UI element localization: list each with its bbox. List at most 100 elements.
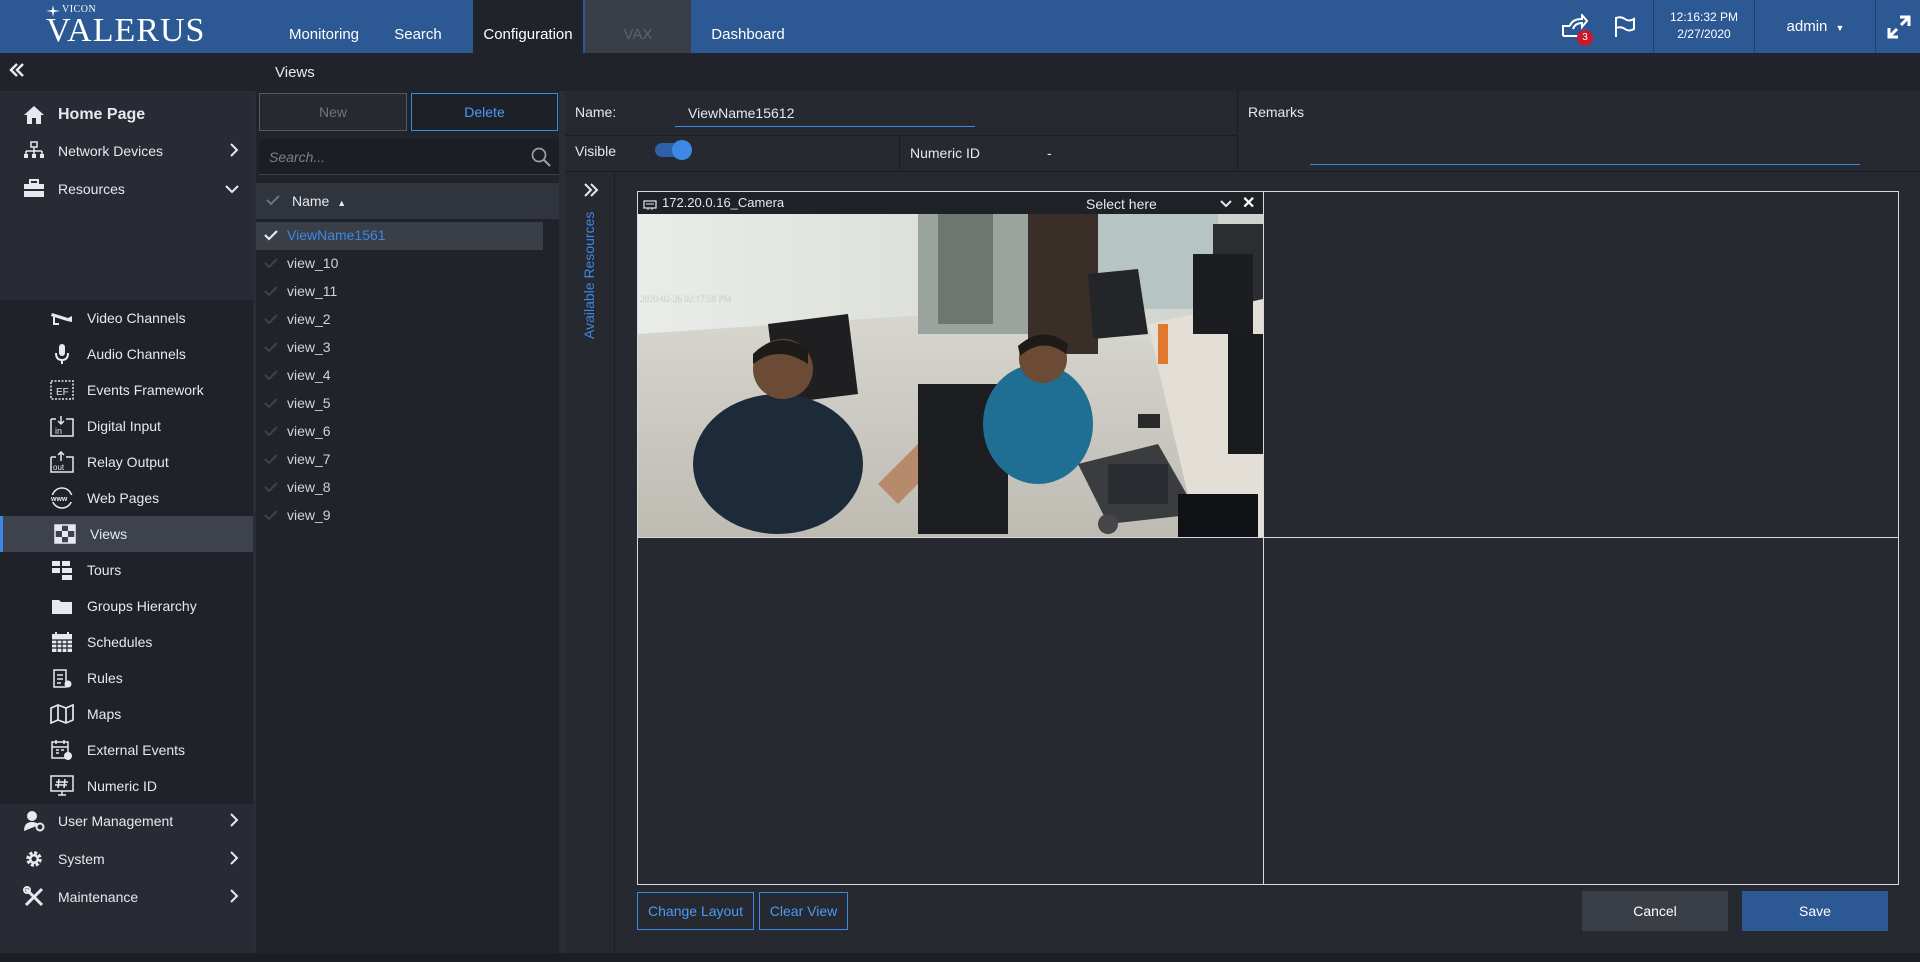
- check-icon[interactable]: [264, 508, 278, 524]
- sort-ascending-icon: ▲: [337, 198, 347, 208]
- sidebar-item-numeric-id[interactable]: Numeric ID: [0, 768, 253, 804]
- list-item[interactable]: view_2: [256, 306, 543, 334]
- visible-toggle[interactable]: [655, 140, 692, 160]
- sidebar-item-views[interactable]: Views: [0, 516, 253, 552]
- sidebar-item-label: Views: [90, 526, 128, 542]
- list-item[interactable]: view_7: [256, 446, 543, 474]
- camera-icon: [50, 306, 74, 330]
- chevron-down-icon[interactable]: [1220, 196, 1232, 212]
- sidebar-item-video-channels[interactable]: Video Channels: [0, 300, 253, 336]
- select-here-dropdown[interactable]: Select here: [1086, 196, 1157, 212]
- list-scrollbar[interactable]: [543, 221, 557, 951]
- list-item[interactable]: view_8: [256, 474, 543, 502]
- remarks-label: Remarks: [1248, 104, 1305, 120]
- clear-view-button[interactable]: Clear View: [759, 892, 848, 930]
- sidebar-item-groups-hierarchy[interactable]: Groups Hierarchy: [0, 588, 253, 624]
- check-icon[interactable]: [264, 256, 278, 272]
- notification-badge: 3: [1577, 30, 1593, 46]
- sidebar-item-network-devices[interactable]: Network Devices: [0, 133, 253, 169]
- list-item[interactable]: ViewName1561: [256, 222, 543, 250]
- list-item[interactable]: view_6: [256, 418, 543, 446]
- flag-icon: [1615, 15, 1635, 37]
- sidebar-item-home-page[interactable]: Home Page: [0, 97, 253, 133]
- sidebar-item-maps[interactable]: Maps: [0, 696, 253, 732]
- sidebar-item-label: Rules: [87, 670, 123, 686]
- check-icon[interactable]: [264, 396, 278, 412]
- list-item[interactable]: view_5: [256, 390, 543, 418]
- tab-vax: VAX: [585, 0, 691, 53]
- select-all-check-icon[interactable]: [266, 193, 280, 209]
- digital-input-icon: in: [50, 414, 74, 438]
- sidebar-item-schedules[interactable]: Schedules: [0, 624, 253, 660]
- list-item[interactable]: view_10: [256, 250, 543, 278]
- check-icon[interactable]: [264, 340, 278, 356]
- check-icon[interactable]: [264, 480, 278, 496]
- sidebar-item-maintenance[interactable]: Maintenance: [0, 879, 253, 915]
- share-notifications-button[interactable]: 3: [1555, 0, 1593, 53]
- list-item[interactable]: view_4: [256, 362, 543, 390]
- check-icon[interactable]: [264, 228, 278, 244]
- cancel-button[interactable]: Cancel: [1582, 891, 1728, 931]
- layout-cell-3[interactable]: [637, 537, 1264, 885]
- check-icon[interactable]: [264, 312, 278, 328]
- search-icon[interactable]: [531, 147, 551, 170]
- list-item[interactable]: view_3: [256, 334, 543, 362]
- svg-text:out: out: [53, 463, 65, 472]
- sidebar-item-tours[interactable]: Tours: [0, 552, 253, 588]
- sidebar-item-label: Audio Channels: [87, 346, 186, 362]
- name-field[interactable]: ViewName15612: [675, 99, 975, 127]
- sidebar-item-events-framework[interactable]: EF Events Framework: [0, 372, 253, 408]
- available-resources-panel[interactable]: Available Resources: [565, 172, 615, 953]
- sidebar-item-digital-input[interactable]: in Digital Input: [0, 408, 253, 444]
- list-item-label: view_7: [287, 451, 331, 467]
- remarks-input[interactable]: [1310, 164, 1860, 165]
- save-button[interactable]: Save: [1742, 891, 1888, 931]
- sidebar-item-web-pages[interactable]: www Web Pages: [0, 480, 253, 516]
- layout-cell-4[interactable]: [1263, 537, 1899, 885]
- close-icon[interactable]: ✕: [1242, 193, 1255, 213]
- layout-cell-2[interactable]: [1263, 191, 1899, 538]
- check-icon[interactable]: [264, 424, 278, 440]
- sidebar-item-external-events[interactable]: External Events: [0, 732, 253, 768]
- user-management-icon: [22, 809, 46, 833]
- new-button[interactable]: New: [259, 93, 407, 131]
- calendar-icon: [50, 630, 74, 654]
- check-icon[interactable]: [264, 284, 278, 300]
- name-column-header[interactable]: Name ▲: [292, 193, 346, 209]
- sidebar-item-audio-channels[interactable]: Audio Channels: [0, 336, 253, 372]
- folder-icon: [50, 594, 74, 618]
- sidebar-item-label: Relay Output: [87, 454, 169, 470]
- delete-button[interactable]: Delete: [411, 93, 558, 131]
- list-item[interactable]: view_11: [256, 278, 543, 306]
- name-label: Name:: [575, 104, 617, 120]
- user-menu[interactable]: admin ▼: [1756, 0, 1876, 53]
- check-icon[interactable]: [264, 368, 278, 384]
- view-layout-grid: 172.20.0.16_Camera Select here ✕ 2020-02…: [637, 191, 1899, 885]
- column-header-label: Name: [292, 193, 330, 209]
- list-item-label: view_10: [287, 255, 339, 271]
- check-icon[interactable]: [264, 452, 278, 468]
- layout-cell-1[interactable]: 172.20.0.16_Camera Select here ✕ 2020-02…: [637, 191, 1264, 538]
- camera-icon: [643, 197, 657, 213]
- sidebar-item-user-management[interactable]: User Management: [0, 803, 253, 839]
- list-item[interactable]: view_9: [256, 502, 543, 530]
- views-list-panel: New Delete Name ▲ ViewName1561 view_10 v…: [256, 91, 559, 953]
- chevron-right-icon: [229, 142, 239, 160]
- tab-dashboard[interactable]: Dashboard: [693, 0, 803, 53]
- change-layout-button[interactable]: Change Layout: [637, 892, 754, 930]
- sidebar-item-system[interactable]: System: [0, 841, 253, 877]
- double-chevron-right-icon[interactable]: [583, 182, 599, 203]
- flag-button[interactable]: [1608, 0, 1642, 53]
- valerus-logo: VICON VALERUS: [46, 4, 206, 50]
- home-icon: [22, 103, 46, 127]
- tab-configuration[interactable]: Configuration: [473, 0, 583, 53]
- list-item-label: view_5: [287, 395, 331, 411]
- list-item-label: view_11: [287, 283, 338, 299]
- sidebar-item-relay-output[interactable]: out Relay Output: [0, 444, 253, 480]
- collapse-sidebar-button[interactable]: [8, 61, 30, 83]
- search-input[interactable]: [269, 147, 519, 167]
- sidebar-item-resources[interactable]: Resources: [0, 171, 253, 207]
- sidebar-item-rules[interactable]: Rules: [0, 660, 253, 696]
- tab-search[interactable]: Search: [364, 0, 472, 53]
- fullscreen-button[interactable]: [1877, 0, 1920, 53]
